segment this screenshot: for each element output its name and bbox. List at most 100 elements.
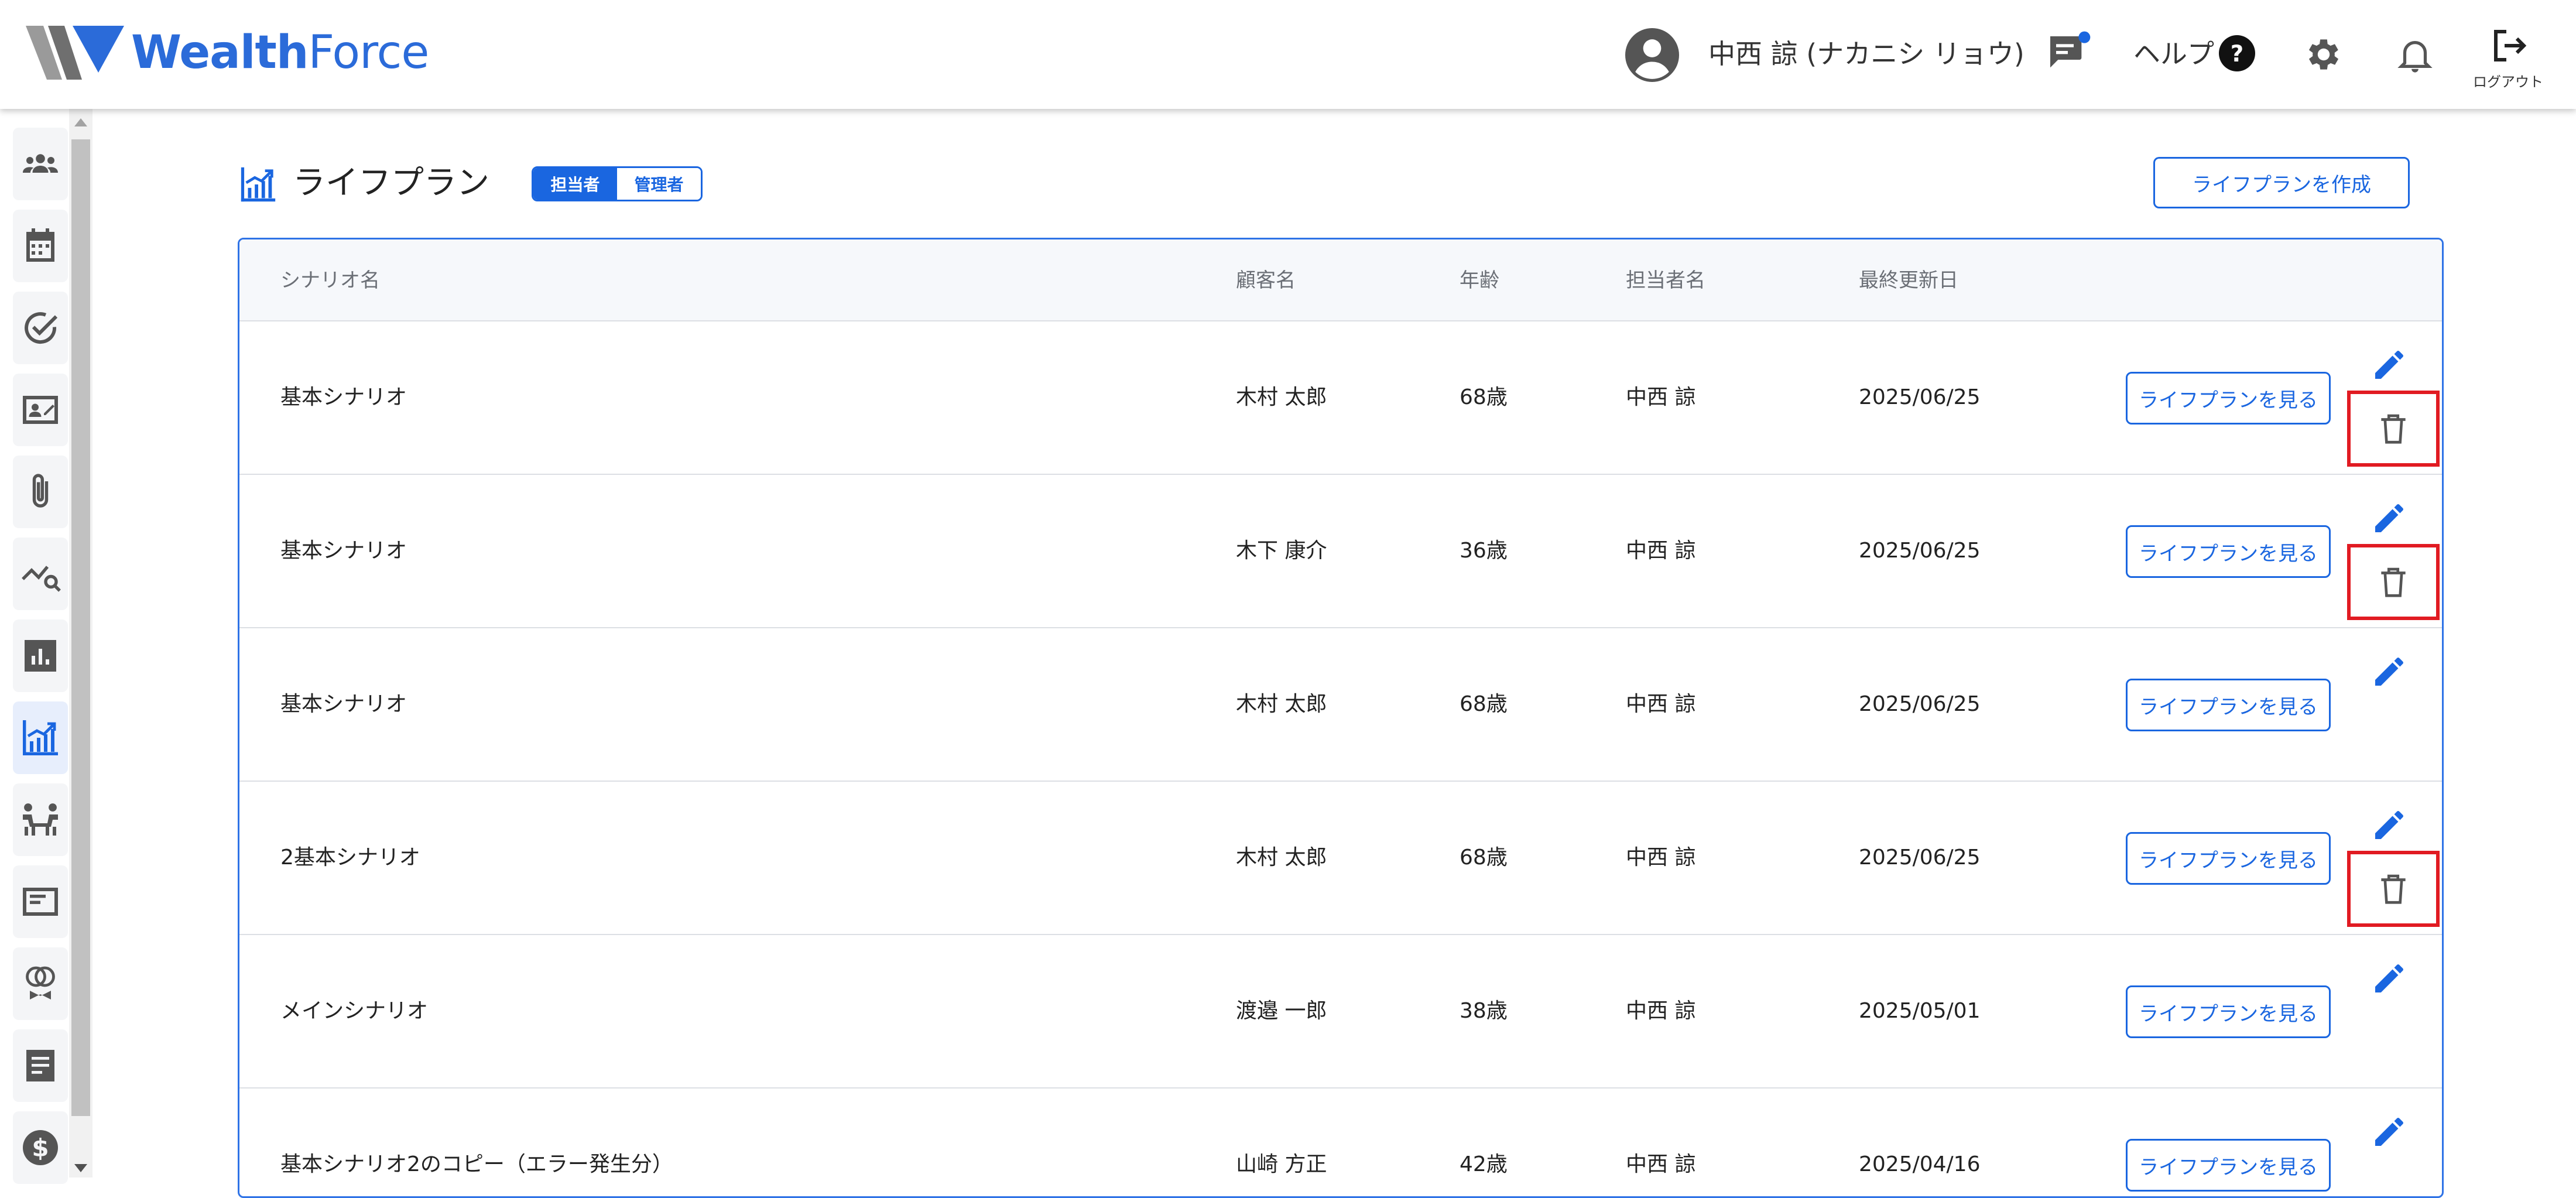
cell-updated: 2025/06/25 [1859,692,1981,716]
lifeplan-icon [23,720,58,755]
cell-manager: 中西 諒 [1626,385,1696,409]
sidebar-item-analysis[interactable] [13,538,68,610]
notification-badge [2078,31,2091,43]
view-lifeplan-button[interactable]: ライフプランを見る [2126,832,2331,885]
page-title: ライフプラン [293,164,489,202]
svg-text:$: $ [32,1134,49,1162]
trash-icon [2381,414,2406,444]
cell-scenario: 基本シナリオ [280,385,407,409]
sidebar-item-customers[interactable] [13,128,68,200]
sidebar-item-attachments[interactable] [13,456,68,528]
sidebar-item-documents[interactable] [13,865,68,938]
table-row: 基本シナリオ2のコピー（エラー発生分） 山崎 方正 42歳 中西 諒 2025/… [239,1089,2442,1196]
check-icon [25,312,58,344]
view-lifeplan-button[interactable]: ライフプランを見る [2126,985,2331,1038]
view-lifeplan-button[interactable]: ライフプランを見る [2126,1139,2331,1192]
edit-pencil-icon[interactable] [2371,1113,2408,1151]
view-lifeplan-button[interactable]: ライフプランを見る [2126,525,2331,578]
lifeplan-table: シナリオ名 顧客名 年齢 担当者名 最終更新日 基本シナリオ 木村 太郎 68歳… [238,238,2444,1198]
column-header-age: 年齢 [1460,269,1499,292]
create-lifeplan-button[interactable]: ライフプランを作成 [2153,157,2410,208]
edit-pencil-icon[interactable] [2371,806,2408,844]
cell-customer: 木村 太郎 [1236,692,1327,716]
logo-mark-icon [26,26,124,80]
scroll-down-arrow-icon[interactable] [74,1164,87,1172]
delete-highlight-box[interactable] [2347,851,2440,927]
trash-icon [2381,567,2406,597]
cell-scenario: 基本シナリオ2のコピー（エラー発生分） [280,1152,673,1176]
help-icon[interactable]: ? [2219,35,2255,71]
sidebar-item-tasks[interactable] [13,292,68,364]
svg-text:?: ? [2231,41,2243,67]
role-toggle: 担当者 管理者 [532,166,703,201]
insurance-icon [26,966,55,1000]
sidebar-item-notes[interactable] [13,1029,68,1102]
cell-customer: 渡邉 一郎 [1236,999,1327,1023]
calendar-icon [26,228,54,262]
account-icon[interactable] [1625,28,1679,82]
table-row: 基本シナリオ 木村 太郎 68歳 中西 諒 2025/06/25 ライフプランを… [239,321,2442,475]
table-row: 基本シナリオ 木下 康介 36歳 中西 諒 2025/06/25 ライフプランを… [239,475,2442,628]
cell-manager: 中西 諒 [1626,846,1696,870]
table-header: シナリオ名 顧客名 年齢 担当者名 最終更新日 [239,239,2442,321]
view-lifeplan-button[interactable]: ライフプランを見る [2126,679,2331,731]
sidebar-item-meetings[interactable] [13,783,68,856]
attachment-icon [32,474,49,508]
brand-name: WealthForce [131,26,429,79]
edit-pencil-icon[interactable] [2371,346,2408,384]
role-option-assignee[interactable]: 担当者 [533,168,617,200]
trash-icon [2381,874,2406,904]
sidebar-scroll-thumb[interactable] [71,139,90,1116]
logout-label: ログアウト [2473,74,2543,90]
sidebar-item-money[interactable]: $ [13,1111,68,1184]
chat-icon[interactable] [2044,30,2091,77]
table-row: 基本シナリオ 木村 太郎 68歳 中西 諒 2025/06/25 ライフプランを… [239,628,2442,782]
cell-updated: 2025/06/25 [1859,385,1981,409]
cell-age: 42歳 [1460,1152,1508,1176]
notes-icon [26,1050,54,1081]
cell-updated: 2025/05/01 [1859,999,1981,1023]
column-header-customer: 顧客名 [1236,269,1296,292]
delete-highlight-box[interactable] [2347,544,2440,620]
sidebar-item-contacts[interactable] [13,374,68,446]
analysis-icon [22,566,61,592]
sidebar-item-reports[interactable] [13,619,68,692]
customers-icon [23,154,58,173]
cell-scenario: 基本シナリオ [280,692,407,716]
cell-age: 68歳 [1460,846,1508,870]
help-label[interactable]: ヘルプ [2133,36,2214,71]
sidebar-item-insurance[interactable] [13,947,68,1020]
edit-pencil-icon[interactable] [2371,653,2408,690]
cell-age: 68歳 [1460,692,1508,716]
cell-updated: 2025/06/25 [1859,846,1981,870]
view-lifeplan-button[interactable]: ライフプランを見る [2126,372,2331,425]
document-icon [23,888,58,916]
sidebar-item-calendar[interactable] [13,210,68,282]
cell-manager: 中西 諒 [1626,999,1696,1023]
cell-age: 38歳 [1460,999,1508,1023]
edit-pencil-icon[interactable] [2371,499,2408,537]
delete-highlight-box[interactable] [2347,391,2440,467]
edit-pencil-icon[interactable] [2371,960,2408,997]
sidebar: $ [0,109,95,1184]
money-icon: $ [23,1130,58,1165]
logout-button[interactable]: ログアウト [2467,25,2549,101]
cell-manager: 中西 諒 [1626,539,1696,563]
brand-logo[interactable]: WealthForce [26,26,429,80]
cell-customer: 木村 太郎 [1236,846,1327,870]
sidebar-nav: $ [13,128,68,1193]
cell-customer: 木村 太郎 [1236,385,1327,409]
cell-manager: 中西 諒 [1626,1152,1696,1176]
column-header-manager: 担当者名 [1626,269,1705,292]
contact-card-icon [23,396,58,424]
bell-icon[interactable] [2395,34,2435,75]
cell-age: 68歳 [1460,385,1508,409]
cell-customer: 山崎 方正 [1236,1152,1327,1176]
user-name[interactable]: 中西 諒 (ナカニシ リョウ) [1708,36,2025,71]
scroll-up-arrow-icon[interactable] [74,118,87,126]
logout-icon [2494,30,2527,61]
sidebar-item-lifeplan[interactable] [13,701,68,774]
gear-icon[interactable] [2303,34,2344,75]
lifeplan-title-icon [241,167,276,202]
role-option-admin[interactable]: 管理者 [617,168,701,200]
